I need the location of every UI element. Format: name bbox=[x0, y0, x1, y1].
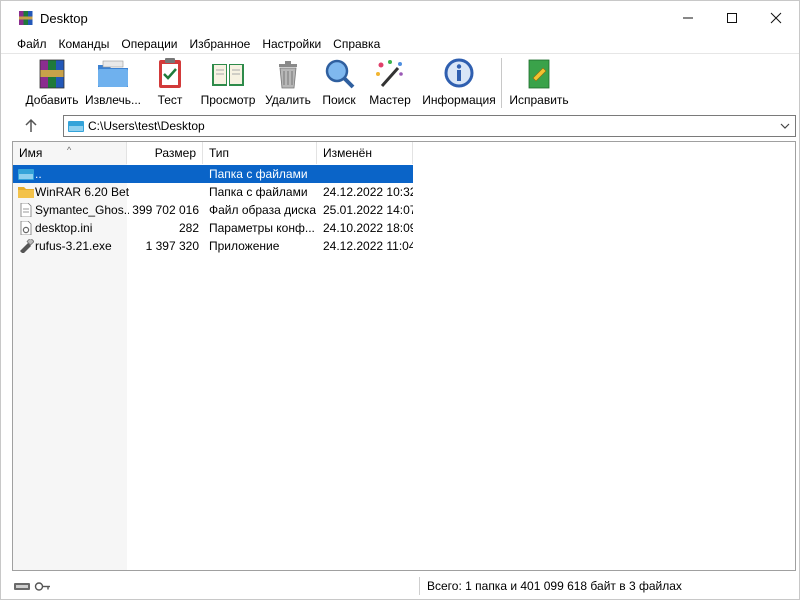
header-size[interactable]: Размер bbox=[127, 142, 203, 164]
repair-icon bbox=[528, 59, 550, 89]
menu-operations[interactable]: Операции bbox=[115, 35, 183, 53]
toolbar: Добавить Извлечь... Тест Просмотр Удалит… bbox=[1, 53, 799, 111]
info-label: Информация bbox=[422, 93, 496, 107]
menu-file[interactable]: Файл bbox=[11, 35, 53, 53]
drive-folder-icon bbox=[18, 169, 34, 180]
minimize-icon bbox=[683, 17, 693, 19]
file-modified: 24.10.2022 18:09 bbox=[323, 221, 413, 235]
delete-label: Удалить bbox=[265, 93, 311, 107]
file-size bbox=[127, 165, 199, 183]
toolbar-separator bbox=[501, 58, 502, 108]
close-button[interactable] bbox=[753, 1, 799, 35]
extract-label: Извлечь... bbox=[85, 93, 142, 107]
menu-help[interactable]: Справка bbox=[327, 35, 386, 53]
up-arrow-icon[interactable] bbox=[22, 117, 40, 135]
table-row[interactable]: rufus-3.21.exe 1 397 320 Приложение 24.1… bbox=[13, 237, 413, 255]
file-name: .. bbox=[35, 167, 42, 181]
find-label: Поиск bbox=[322, 93, 356, 107]
repair-label: Исправить bbox=[509, 93, 569, 107]
drive-key-icon[interactable] bbox=[13, 579, 53, 593]
file-modified: 24.12.2022 11:04 bbox=[323, 239, 413, 253]
header-type[interactable]: Тип bbox=[203, 142, 317, 164]
file-list[interactable]: ^ Имя Размер Тип Изменён .. Папка с файл… bbox=[12, 141, 796, 571]
menu-favorites[interactable]: Избранное bbox=[184, 35, 257, 53]
search-icon bbox=[325, 59, 355, 89]
file-name: desktop.ini bbox=[35, 221, 93, 235]
wizard-button[interactable]: Мастер bbox=[369, 56, 411, 110]
status-separator bbox=[419, 577, 420, 595]
usb-app-icon bbox=[20, 239, 34, 253]
test-label: Тест bbox=[157, 93, 183, 107]
file-size bbox=[127, 183, 199, 201]
add-label: Добавить bbox=[25, 93, 79, 107]
file-size: 1 397 320 bbox=[145, 239, 199, 253]
status-bar: Всего: 1 папка и 401 099 618 байт в 3 фа… bbox=[1, 575, 799, 599]
menu-commands[interactable]: Команды bbox=[53, 35, 116, 53]
add-button[interactable]: Добавить bbox=[25, 56, 79, 110]
test-button[interactable]: Тест bbox=[153, 56, 187, 110]
file-name: Symantec_Ghos... bbox=[35, 203, 129, 217]
settings-file-icon bbox=[20, 221, 32, 235]
minimize-button[interactable] bbox=[665, 1, 711, 35]
view-label: Просмотр bbox=[200, 93, 256, 107]
file-type: Папка с файлами bbox=[209, 185, 308, 199]
menu-settings[interactable]: Настройки bbox=[256, 35, 327, 53]
chevron-down-icon[interactable] bbox=[779, 120, 791, 132]
file-icon bbox=[20, 203, 32, 217]
menu-bar: Файл Команды Операции Избранное Настройк… bbox=[11, 35, 386, 53]
file-modified bbox=[323, 165, 413, 183]
file-rows: .. Папка с файлами WinRAR 6.20 Bet... Па… bbox=[13, 165, 413, 255]
window-title: Desktop bbox=[40, 11, 88, 26]
header-name-label: Имя bbox=[19, 146, 43, 160]
file-modified: 25.01.2022 14:07 bbox=[323, 203, 413, 217]
maximize-icon bbox=[727, 13, 737, 23]
wizard-label: Мастер bbox=[369, 93, 411, 107]
file-type: Папка с файлами bbox=[209, 167, 308, 181]
file-size: 282 bbox=[178, 221, 199, 235]
add-archive-icon bbox=[39, 59, 65, 89]
file-type: Параметры конф... bbox=[209, 221, 315, 235]
title-bar: Desktop bbox=[1, 1, 799, 35]
file-type: Приложение bbox=[209, 239, 280, 253]
delete-button[interactable]: Удалить bbox=[265, 56, 311, 110]
app-window: Desktop Файл Команды Операции Избранное … bbox=[0, 0, 800, 600]
address-bar: C:\Users\test\Desktop bbox=[1, 113, 799, 139]
extract-button[interactable]: Извлечь... bbox=[85, 56, 141, 110]
find-button[interactable]: Поиск bbox=[319, 56, 359, 110]
table-row[interactable]: desktop.ini 282 Параметры конф... 24.10.… bbox=[13, 219, 413, 237]
drive-folder-icon bbox=[68, 121, 84, 132]
info-icon bbox=[444, 58, 474, 88]
table-row[interactable]: Symantec_Ghos... 399 702 016 Файл образа… bbox=[13, 201, 413, 219]
sort-ascending-icon: ^ bbox=[67, 145, 72, 155]
file-name: WinRAR 6.20 Bet... bbox=[35, 185, 129, 199]
folder-icon bbox=[18, 187, 34, 198]
status-summary: Всего: 1 папка и 401 099 618 байт в 3 фа… bbox=[427, 579, 682, 593]
list-header: ^ Имя Размер Тип Изменён bbox=[13, 142, 795, 164]
info-button[interactable]: Информация bbox=[421, 56, 497, 110]
file-size: 399 702 016 bbox=[132, 203, 199, 217]
path-text: C:\Users\test\Desktop bbox=[88, 119, 205, 133]
file-name: rufus-3.21.exe bbox=[35, 239, 112, 253]
maximize-button[interactable] bbox=[709, 1, 755, 35]
file-type: Файл образа диска bbox=[209, 203, 316, 217]
test-clipboard-icon bbox=[159, 58, 181, 88]
trash-icon bbox=[279, 61, 297, 89]
magic-wand-icon bbox=[376, 60, 403, 87]
table-row[interactable]: WinRAR 6.20 Bet... Папка с файлами 24.12… bbox=[13, 183, 413, 201]
path-combobox[interactable]: C:\Users\test\Desktop bbox=[63, 115, 796, 137]
repair-button[interactable]: Исправить bbox=[509, 56, 569, 110]
view-button[interactable]: Просмотр bbox=[199, 56, 257, 110]
header-modified[interactable]: Изменён bbox=[317, 142, 413, 164]
winrar-app-icon bbox=[19, 11, 33, 25]
view-book-icon bbox=[212, 64, 244, 86]
header-name[interactable]: ^ Имя bbox=[13, 142, 127, 164]
file-modified: 24.12.2022 10:32 bbox=[323, 185, 413, 199]
extract-folder-icon bbox=[98, 60, 128, 87]
table-row[interactable]: .. Папка с файлами bbox=[13, 165, 413, 183]
close-icon bbox=[770, 12, 782, 24]
